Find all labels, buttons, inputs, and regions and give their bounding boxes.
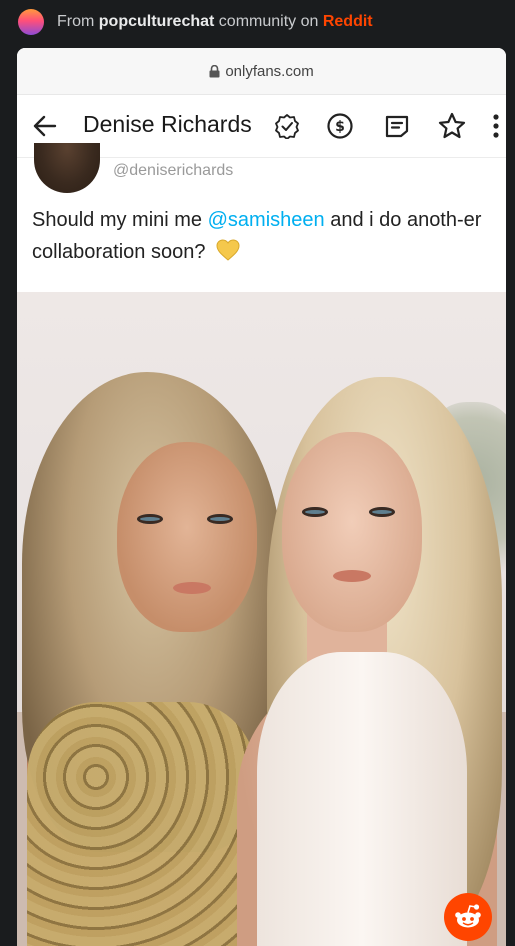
post-text: Should my mini me @samisheen and i do an…: [32, 204, 502, 268]
reddit-snoo-icon: [455, 904, 481, 928]
post-text-before: Should my mini me: [32, 209, 208, 231]
community-avatar[interactable]: [18, 9, 44, 35]
person-right-eye: [302, 507, 328, 517]
person-left-face: [117, 442, 257, 632]
arrow-left-icon[interactable]: [31, 112, 59, 140]
screenshot-card: onlyfans.com Denise Richards $ @deniseri…: [17, 48, 506, 946]
dollar-circle-icon[interactable]: $: [326, 112, 354, 140]
yellow-heart-icon: [216, 239, 240, 261]
star-icon[interactable]: [437, 111, 467, 141]
verified-badge-icon: [275, 114, 299, 139]
more-vertical-icon[interactable]: [491, 112, 501, 140]
attribution-middle: community on: [218, 13, 319, 30]
url-text: onlyfans.com: [225, 62, 314, 80]
person-left-sequin-top: [27, 702, 257, 946]
person-right-face: [282, 432, 422, 632]
svg-text:$: $: [335, 119, 345, 135]
person-left-eye: [207, 514, 233, 524]
person-left-eye: [137, 514, 163, 524]
platform-name[interactable]: Reddit: [323, 13, 373, 30]
browser-url-bar[interactable]: onlyfans.com: [17, 48, 506, 95]
lock-icon: [209, 64, 220, 77]
share-attribution-bar: From popculturechat community on Reddit: [0, 0, 515, 46]
person-right-white-tank: [257, 652, 467, 946]
reddit-button[interactable]: [444, 893, 492, 941]
profile-name[interactable]: Denise Richards: [83, 111, 252, 138]
mention-link[interactable]: @samisheen: [208, 209, 325, 231]
post-author-handle[interactable]: @deniserichards: [113, 162, 233, 180]
person-right-eye: [369, 507, 395, 517]
post-author-avatar[interactable]: [34, 143, 100, 193]
notes-icon[interactable]: [383, 112, 411, 140]
attribution-text: From popculturechat community on Reddit: [57, 13, 373, 31]
attribution-prefix: From: [57, 13, 95, 30]
community-name[interactable]: popculturechat: [99, 13, 215, 30]
person-right-lips: [333, 570, 371, 582]
person-left-lips: [173, 582, 211, 594]
post-photo[interactable]: [17, 292, 506, 946]
